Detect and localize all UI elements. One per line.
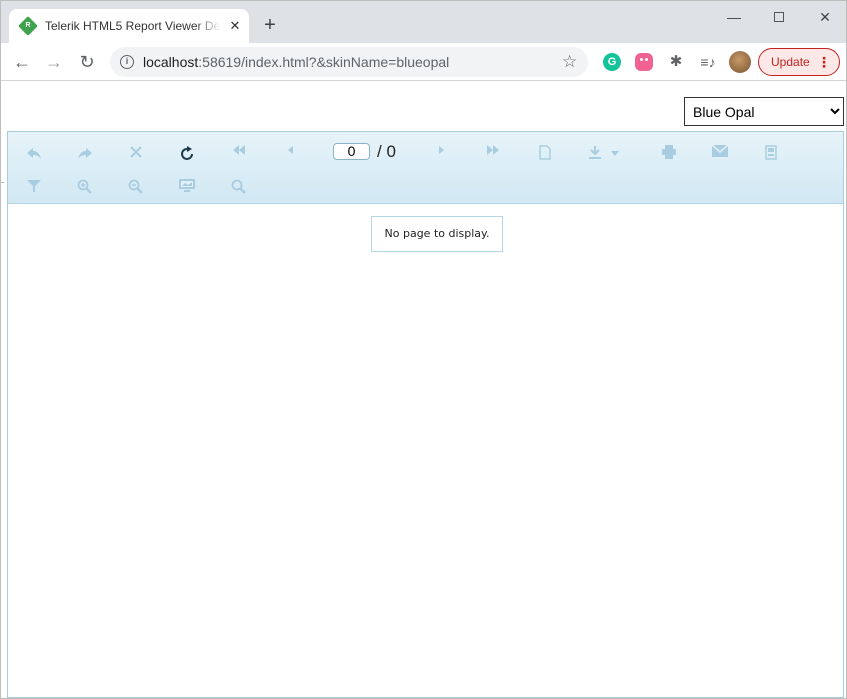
telerik-favicon-icon: R [18, 16, 38, 36]
extensions-puzzle-icon[interactable]: ✱ [667, 53, 685, 71]
minimize-button[interactable]: — [719, 7, 749, 27]
forward-navigate-icon[interactable] [72, 140, 98, 166]
maximize-button[interactable] [764, 7, 794, 27]
page-number-input[interactable]: 0 [333, 143, 370, 160]
print-preview-icon[interactable] [532, 140, 558, 166]
forward-button[interactable]: → [43, 51, 65, 73]
tab-close-icon[interactable]: ✕ [226, 17, 244, 35]
search-icon[interactable] [226, 174, 252, 200]
media-control-icon[interactable]: ≡♪ [699, 53, 717, 71]
browser-window: R Telerik HTML5 Report Viewer Demo ✕ + —… [0, 0, 847, 699]
previous-page-icon[interactable] [277, 140, 303, 166]
url-host: localhost [143, 54, 199, 70]
send-mail-icon[interactable] [707, 140, 733, 166]
grammarly-extension-icon[interactable]: G [603, 53, 621, 71]
toggle-view-mode-icon[interactable] [174, 174, 200, 200]
tab-strip: R Telerik HTML5 Report Viewer Demo ✕ + —… [1, 1, 846, 43]
cat-extension-icon[interactable] [635, 53, 653, 71]
refresh-icon[interactable] [174, 140, 200, 166]
next-page-icon[interactable] [429, 140, 455, 166]
tab-title: Telerik HTML5 Report Viewer Demo [45, 19, 221, 33]
back-button[interactable]: ← [11, 51, 33, 73]
browser-toolbar: ← → ↻ i localhost:58619/index.html?&skin… [1, 43, 846, 81]
page-edge-mark [1, 182, 4, 183]
page-count: / 0 [377, 142, 396, 161]
zoom-in-icon[interactable] [72, 174, 98, 200]
empty-report-message: No page to display. [371, 216, 503, 252]
favicon-letter: R [25, 22, 31, 29]
profile-avatar[interactable] [729, 51, 751, 73]
window-close-button[interactable]: ✕ [810, 7, 840, 27]
zoom-out-icon[interactable] [123, 174, 149, 200]
bookmark-star-icon[interactable]: ☆ [562, 52, 577, 72]
new-tab-button[interactable]: + [260, 15, 280, 35]
browser-menu-icon[interactable]: ⋮ [817, 49, 831, 75]
document-map-icon[interactable] [758, 140, 784, 166]
report-viewer-toolbar: 0 / 0 [8, 132, 843, 204]
url-text[interactable]: localhost:58619/index.html?&skinName=blu… [143, 54, 449, 70]
first-page-icon[interactable] [226, 140, 252, 166]
site-info-icon[interactable]: i [120, 55, 134, 69]
print-icon[interactable] [656, 140, 682, 166]
back-navigate-icon[interactable] [21, 140, 47, 166]
last-page-icon[interactable] [480, 140, 506, 166]
address-bar[interactable]: i localhost:58619/index.html?&skinName=b… [110, 47, 588, 77]
page-content: Blue Opal 0 / 0 No page to display. [1, 82, 846, 698]
export-download-icon[interactable] [584, 140, 626, 166]
update-button[interactable]: Update ⋮ [758, 48, 840, 76]
url-path: :58619/index.html?&skinName=blueopal [198, 54, 450, 70]
update-label: Update [771, 55, 810, 69]
report-viewer: 0 / 0 No page to display. [7, 131, 844, 698]
tab-active[interactable]: R Telerik HTML5 Report Viewer Demo ✕ [9, 9, 249, 43]
reload-button[interactable]: ↻ [76, 51, 98, 73]
skin-select[interactable]: Blue Opal [684, 97, 844, 126]
parameters-filter-icon[interactable] [21, 174, 47, 200]
maximize-icon [774, 12, 784, 22]
stop-rendering-icon[interactable] [123, 140, 149, 166]
